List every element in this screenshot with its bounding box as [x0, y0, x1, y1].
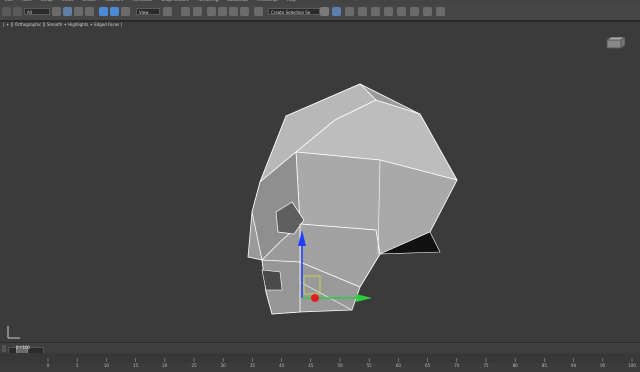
gizmo-x-arrow-icon: [356, 294, 372, 302]
time-ruler-ticks: 0 5 10 15 20 25 30 35 40 45 50 55 60 65 70 75 80 85 90 95 10…: [47, 358, 636, 368]
perspective-viewport[interactable]: [ + ][ Orthographic ][ Smooth + Highligh…: [0, 21, 640, 342]
named-selection-field[interactable]: Create Selection Se: [268, 8, 320, 15]
menu-item-graph-editors[interactable]: Graph Editors: [161, 0, 188, 2]
menu-item-animation[interactable]: Animation: [132, 0, 152, 2]
gizmo-z-pivot-icon: [311, 294, 319, 302]
selection-filter-dropdown[interactable]: All: [24, 8, 50, 15]
time-tick-label: 40: [279, 363, 285, 368]
render-icon[interactable]: [436, 7, 445, 16]
time-tick-label: 5: [76, 363, 79, 368]
main-toolbar: All View Create Selection Se: [0, 5, 640, 21]
angle-snap-icon[interactable]: [218, 7, 227, 16]
time-tick-label: 90: [571, 363, 577, 368]
time-tick-label: 10: [104, 363, 110, 368]
rendered-frame-icon[interactable]: [423, 7, 432, 16]
align-icon[interactable]: [332, 7, 341, 16]
time-tick-label: 20: [162, 363, 168, 368]
spinner-snap-icon[interactable]: [240, 7, 249, 16]
time-prev-icon[interactable]: [2, 345, 6, 352]
menu-item-create[interactable]: Create: [82, 0, 95, 2]
timeline: 0 / 100 0 5 10 15 20 25 30 35 40 45 50 55 60 65 70 75 80…: [0, 342, 640, 368]
time-tick-label: 80: [513, 363, 519, 368]
edit-named-sel-icon[interactable]: [254, 7, 263, 16]
time-tick-label: 30: [221, 363, 227, 368]
render-setup-icon[interactable]: [410, 7, 419, 16]
frame-counter: 0 / 100: [16, 345, 31, 350]
time-tick-label: 65: [425, 363, 431, 368]
move-icon[interactable]: [99, 7, 108, 16]
world-axis-tripod-icon: [7, 326, 20, 339]
time-tick-label: 15: [133, 363, 139, 368]
rect-select-icon[interactable]: [74, 7, 83, 16]
mirror-icon[interactable]: [320, 7, 329, 16]
rotate-icon[interactable]: [110, 7, 119, 16]
curve-editor-icon[interactable]: [371, 7, 380, 16]
time-tick-label: 75: [483, 363, 489, 368]
menu-item-edit[interactable]: Edit: [5, 0, 13, 2]
pivot-icon[interactable]: [163, 7, 172, 16]
menu-item-rendering[interactable]: Rendering: [198, 0, 218, 2]
time-tick-label: 85: [542, 363, 548, 368]
redo-icon[interactable]: [13, 7, 22, 16]
time-tick-label: 45: [308, 363, 314, 368]
time-tick-label: 70: [454, 363, 460, 368]
transform-gizmo[interactable]: [0, 22, 640, 342]
time-tick-label: 100: [628, 363, 636, 368]
time-tick-label: 55: [367, 363, 373, 368]
gizmo-y-arrow-icon: [298, 230, 306, 246]
scale-icon[interactable]: [121, 7, 130, 16]
view-dropdown[interactable]: View: [136, 8, 160, 15]
schematic-icon[interactable]: [384, 7, 393, 16]
menu-item-maxscript[interactable]: MAXScript: [257, 0, 278, 2]
time-tick-label: 50: [337, 363, 343, 368]
time-tick-label: 60: [396, 363, 402, 368]
select-manipulate-icon[interactable]: [181, 7, 190, 16]
keyboard-shortcut-icon[interactable]: [193, 7, 202, 16]
undo-icon[interactable]: [2, 7, 11, 16]
select-icon[interactable]: [52, 7, 61, 16]
menu-item-customize[interactable]: Customize: [227, 0, 248, 2]
material-editor-icon[interactable]: [397, 7, 406, 16]
time-tick-label: 25: [191, 363, 197, 368]
time-tick-label: 95: [600, 363, 606, 368]
percent-snap-icon[interactable]: [229, 7, 238, 16]
time-tick-label: 35: [250, 363, 256, 368]
time-tick-label: 0: [47, 363, 50, 368]
menu-item-modifiers[interactable]: Modifiers: [105, 0, 123, 2]
gizmo-plane-handle: [303, 275, 321, 295]
menu-item-views[interactable]: Views: [62, 0, 74, 2]
window-crossing-icon[interactable]: [85, 7, 94, 16]
graphite-icon[interactable]: [358, 7, 367, 16]
menu-item-help[interactable]: Help: [287, 0, 296, 2]
snap-3-icon[interactable]: [207, 7, 216, 16]
menu-item-tools[interactable]: Tools: [22, 0, 32, 2]
menu-items: Edit Tools Group Views Create Modifiers Animat…: [5, 0, 296, 2]
layer-icon[interactable]: [345, 7, 354, 16]
select-by-name-icon[interactable]: [63, 7, 72, 16]
menu-item-group[interactable]: Group: [41, 0, 53, 2]
